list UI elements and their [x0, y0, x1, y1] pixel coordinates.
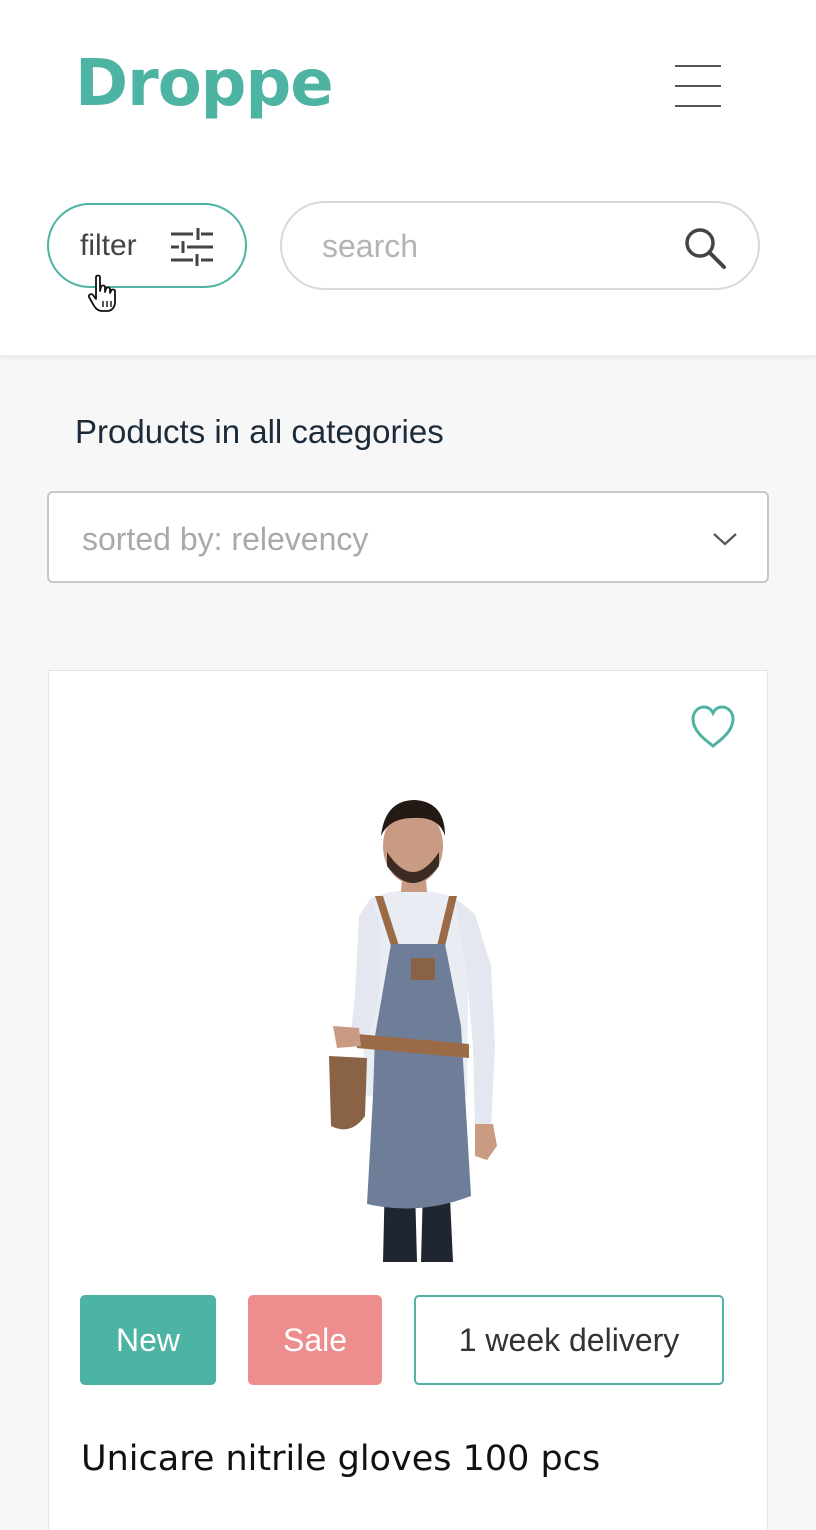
- heart-icon[interactable]: [689, 704, 737, 750]
- product-card[interactable]: New Sale 1 week delivery Unicare nitrile…: [48, 670, 768, 1530]
- new-badge: New: [80, 1295, 216, 1385]
- product-image[interactable]: [299, 796, 529, 1264]
- search-input[interactable]: [322, 223, 662, 269]
- top-header: Droppe filter: [0, 0, 816, 355]
- sort-dropdown[interactable]: sorted by: relevency: [47, 491, 769, 583]
- product-image-side-pocket: [329, 1056, 367, 1130]
- sliders-icon: [171, 228, 213, 266]
- filter-button[interactable]: filter: [47, 203, 247, 288]
- chevron-down-icon: [713, 533, 737, 546]
- product-image-chest-pocket: [411, 958, 435, 980]
- search-bar: [280, 201, 760, 290]
- sort-selected-value: sorted by: relevency: [82, 521, 369, 557]
- sale-badge: Sale: [248, 1295, 382, 1385]
- filter-button-label: filter: [80, 229, 137, 262]
- section-title: Products in all categories: [75, 413, 444, 450]
- product-title[interactable]: Unicare nitrile gloves 100 pcs: [81, 1437, 600, 1481]
- product-image-hand-right: [475, 1124, 497, 1160]
- hand-pointer-cursor-icon: [88, 274, 116, 312]
- search-icon[interactable]: [682, 225, 728, 271]
- logo[interactable]: Droppe: [75, 44, 334, 124]
- product-image-hand-left: [333, 1026, 361, 1048]
- hamburger-menu-icon[interactable]: [675, 64, 721, 108]
- delivery-badge: 1 week delivery: [414, 1295, 724, 1385]
